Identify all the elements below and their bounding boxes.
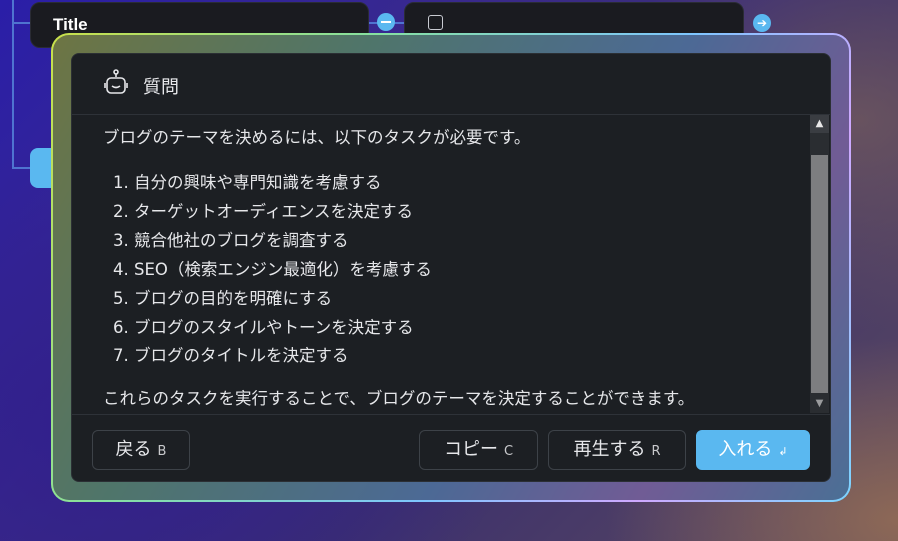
copy-button[interactable]: コピー C xyxy=(419,430,538,470)
flow-edge-vertical xyxy=(12,0,14,168)
list-item: 6. ブログのスタイルやトーンを決定する xyxy=(113,317,414,337)
scroll-down-icon[interactable]: ▼ xyxy=(810,395,829,413)
list-item: 5. ブログの目的を明確にする xyxy=(113,288,333,308)
list-item: 2. ターゲットオーディエンスを決定する xyxy=(113,201,414,221)
flow-edge-top xyxy=(12,22,32,24)
list-item: 4. SEO（検索エンジン最適化）を考慮する xyxy=(113,259,432,279)
list-item: 3. 競合他社のブログを調査する xyxy=(113,230,349,250)
scroll-thumb[interactable] xyxy=(811,155,828,393)
modal-title: 質問 xyxy=(143,77,179,98)
title-node-label: Title xyxy=(53,15,88,34)
back-button[interactable]: 戻る B xyxy=(92,430,190,470)
list-item: 1. 自分の興味や専門知識を考慮する xyxy=(113,173,382,192)
modal-header: 質問 xyxy=(72,54,830,115)
next-arrow-icon[interactable]: ➔ xyxy=(753,14,771,32)
answer-content: ブログのテーマを決めるには、以下のタスクが必要です。 1. 自分の興味や専門知識… xyxy=(72,115,809,413)
content-scrollbar[interactable]: ▲ ▼ xyxy=(810,115,829,413)
insert-button[interactable]: 入れる ↲ xyxy=(696,430,810,470)
scroll-up-icon[interactable]: ▲ xyxy=(810,115,829,133)
back-button-label: 戻る xyxy=(115,439,152,460)
regenerate-shortcut-key: R xyxy=(651,444,661,459)
answer-intro: ブログのテーマを決めるには、以下のタスクが必要です。 xyxy=(103,128,531,147)
back-shortcut-key: B xyxy=(157,444,167,459)
enter-key-icon: ↲ xyxy=(778,445,788,458)
list-item: 7. ブログのタイトルを決定する xyxy=(113,346,349,366)
task-list: 1. 自分の興味や専門知識を考慮する 2. ターゲットオーディエンスを決定する … xyxy=(113,169,432,371)
regenerate-button-label: 再生する xyxy=(573,439,646,460)
answer-outro: これらのタスクを実行することで、ブログのテーマを決定することができます。 xyxy=(103,389,695,408)
regenerate-button[interactable]: 再生する R xyxy=(548,430,686,470)
question-modal: 質問 ブログのテーマを決めるには、以下のタスクが必要です。 1. 自分の興味や専… xyxy=(71,53,831,482)
copy-button-label: コピー xyxy=(443,439,498,460)
copy-shortcut-key: C xyxy=(503,444,514,459)
flow-edge-bottom xyxy=(12,167,32,169)
checkbox-icon[interactable] xyxy=(428,15,443,30)
node-handle-minus-icon[interactable] xyxy=(377,13,395,31)
modal-footer: 戻る B コピー C 再生する R 入れる ↲ xyxy=(72,414,830,481)
insert-button-label: 入れる xyxy=(718,439,773,460)
robot-icon xyxy=(104,69,128,94)
